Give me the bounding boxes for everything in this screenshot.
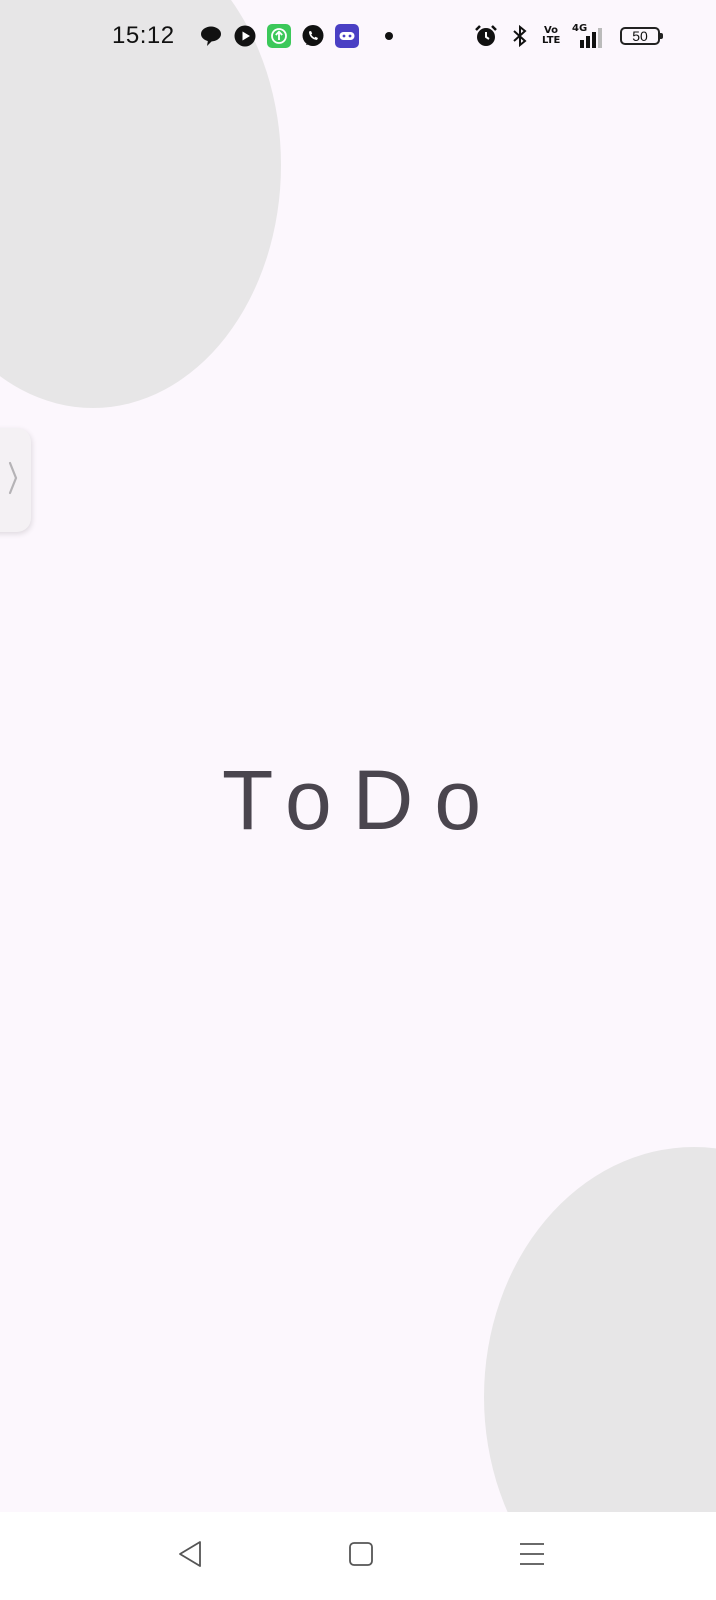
viber-icon xyxy=(301,24,325,48)
bluetooth-icon xyxy=(508,24,532,48)
chat-bubble-icon xyxy=(199,24,223,48)
battery-level: 50 xyxy=(632,28,648,44)
back-triangle-icon xyxy=(177,1540,203,1573)
alarm-icon xyxy=(474,24,498,48)
home-square-icon xyxy=(348,1541,374,1572)
menu-lines-icon xyxy=(519,1541,545,1572)
status-time: 15:12 xyxy=(112,22,175,49)
navigation-bar xyxy=(0,1512,716,1600)
upload-icon xyxy=(266,24,291,48)
chevron-right-icon xyxy=(7,461,19,500)
recents-button[interactable] xyxy=(508,1532,556,1580)
signal-4g-icon: 4G xyxy=(570,23,606,49)
volte-icon: Vo LTE xyxy=(542,26,560,46)
dot-icon xyxy=(377,24,401,48)
back-button[interactable] xyxy=(166,1532,214,1580)
battery-icon: 50 xyxy=(620,27,663,45)
app-title: ToDo xyxy=(221,753,503,847)
status-bar: 15:12 Vo LTE 4G 50 xyxy=(0,0,716,72)
play-icon xyxy=(233,24,257,48)
app-screen: 15:12 Vo LTE 4G 50 ToDo xyxy=(0,0,716,1600)
edge-panel-handle[interactable] xyxy=(0,428,31,532)
home-button[interactable] xyxy=(337,1532,385,1580)
volte-bottom-label: LTE xyxy=(542,35,561,46)
game-controller-icon xyxy=(334,24,359,48)
notification-icons xyxy=(199,24,401,48)
system-icons: Vo LTE 4G 50 xyxy=(474,23,663,49)
